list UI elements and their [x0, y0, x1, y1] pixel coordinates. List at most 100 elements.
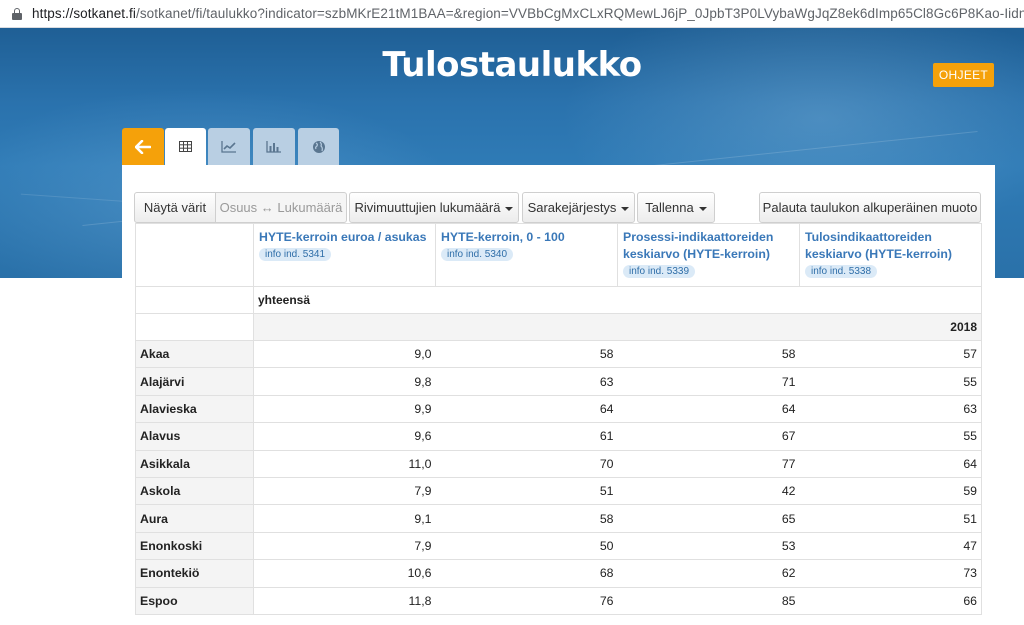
url-host: https://sotkanet.fi [32, 6, 136, 21]
url-text[interactable]: https://sotkanet.fi/sotkanet/fi/taulukko… [32, 6, 1024, 21]
value-cell: 55 [799, 367, 982, 396]
region-name: Espoo [135, 586, 254, 615]
indicator-title-link[interactable]: HYTE-kerroin, 0 - 100 [441, 229, 612, 246]
value-cell: 70 [435, 449, 618, 478]
show-colors-button[interactable]: Näytä värit [134, 192, 216, 223]
group-label: yhteensä [253, 286, 982, 314]
table-row: Espoo 11,8 76 85 66 [135, 586, 982, 615]
tab-table[interactable] [165, 128, 206, 165]
value-cell: 58 [617, 339, 800, 369]
tab-bar-chart[interactable] [253, 128, 295, 165]
corner-cell [135, 223, 254, 287]
value-cell: 11,8 [253, 586, 436, 615]
page-title: Tulostaulukko [382, 45, 642, 85]
indicator-info-badge[interactable]: info ind. 5340 [441, 248, 514, 261]
indicator-info-badge[interactable]: info ind. 5339 [623, 265, 696, 278]
value-cell: 71 [617, 367, 800, 396]
region-name: Enonkoski [135, 531, 254, 561]
value-cell: 50 [435, 531, 618, 561]
value-cell: 51 [799, 504, 982, 533]
table-row: Aura 9,1 58 65 51 [135, 504, 982, 533]
region-name: Alavus [135, 422, 254, 451]
table-icon [179, 141, 192, 152]
value-cell: 51 [435, 476, 618, 506]
value-cell: 68 [435, 559, 618, 588]
region-name: Alavieska [135, 394, 254, 424]
region-name: Alajärvi [135, 367, 254, 396]
caret-down-icon [621, 206, 630, 211]
value-cell: 9,6 [253, 422, 436, 451]
bar-chart-icon [266, 140, 281, 153]
column-order-dropdown[interactable]: Sarakejärjestys [522, 192, 635, 223]
indicator-info-badge[interactable]: info ind. 5338 [805, 265, 878, 278]
save-dropdown[interactable]: Tallenna [637, 192, 715, 223]
value-cell: 47 [799, 531, 982, 561]
value-cell: 11,0 [253, 449, 436, 478]
indicator-info-badge[interactable]: info ind. 5341 [259, 248, 332, 261]
value-cell: 9,9 [253, 394, 436, 424]
value-cell: 53 [617, 531, 800, 561]
reset-table-button[interactable]: Palauta taulukon alkuperäinen muoto [759, 192, 981, 223]
globe-icon [312, 140, 325, 153]
save-label: Tallenna [645, 200, 694, 215]
indicator-title-link[interactable]: Prosessi-indikaattoreiden keskiarvo (HYT… [623, 229, 794, 263]
value-cell: 58 [435, 504, 618, 533]
value-cell: 9,1 [253, 504, 436, 533]
value-cell: 55 [799, 422, 982, 451]
table-row: Askola 7,9 51 42 59 [135, 476, 982, 506]
region-name: Akaa [135, 339, 254, 369]
region-name: Asikkala [135, 449, 254, 478]
value-cell: 57 [799, 339, 982, 369]
value-cell: 63 [799, 394, 982, 424]
table-row: Asikkala 11,0 70 77 64 [135, 449, 982, 478]
line-chart-icon [221, 140, 236, 153]
table-row: Alavus 9,6 61 67 55 [135, 422, 982, 451]
tab-line-chart[interactable] [208, 128, 250, 165]
row-variables-dropdown[interactable]: Rivimuuttujien lukumäärä [349, 192, 519, 223]
table-row: Enonkoski 7,9 50 53 47 [135, 531, 982, 561]
share-count-toggle-button[interactable]: Osuus ↔ Lukumäärä [215, 192, 347, 223]
value-cell: 10,6 [253, 559, 436, 588]
value-cell: 65 [617, 504, 800, 533]
region-name: Enontekiö [135, 559, 254, 588]
value-cell: 9,0 [253, 339, 436, 369]
value-cell: 63 [435, 367, 618, 396]
results-table: HYTE-kerroin euroa / asukas info ind. 53… [135, 223, 982, 615]
table-row: Alavieska 9,9 64 64 63 [135, 394, 982, 424]
value-cell: 77 [617, 449, 800, 478]
column-header: HYTE-kerroin euroa / asukas info ind. 53… [253, 223, 436, 287]
value-cell: 64 [435, 394, 618, 424]
row-variables-label: Rivimuuttujien lukumäärä [354, 200, 501, 215]
value-cell: 67 [617, 422, 800, 451]
value-cell: 58 [435, 339, 618, 369]
value-cell: 64 [799, 449, 982, 478]
column-header: Tulosindikaattoreiden keskiarvo (HYTE-ke… [799, 223, 982, 287]
help-button[interactable]: OHJEET [933, 63, 994, 87]
year-label: 2018 [253, 313, 982, 341]
table-row: Enontekiö 10,6 68 62 73 [135, 559, 982, 588]
value-cell: 85 [617, 586, 800, 615]
indicator-title-link[interactable]: HYTE-kerroin euroa / asukas [259, 229, 430, 246]
region-name: Aura [135, 504, 254, 533]
column-header: Prosessi-indikaattoreiden keskiarvo (HYT… [617, 223, 800, 287]
value-cell: 62 [617, 559, 800, 588]
value-cell: 66 [799, 586, 982, 615]
value-cell: 7,9 [253, 531, 436, 561]
indicator-title-link[interactable]: Tulosindikaattoreiden keskiarvo (HYTE-ke… [805, 229, 976, 263]
row-header-blank [135, 286, 254, 314]
column-order-label: Sarakejärjestys [527, 200, 617, 215]
value-cell: 61 [435, 422, 618, 451]
caret-down-icon [505, 206, 514, 211]
value-cell: 76 [435, 586, 618, 615]
table-row: Alajärvi 9,8 63 71 55 [135, 367, 982, 396]
value-cell: 7,9 [253, 476, 436, 506]
back-tab[interactable] [122, 128, 164, 165]
row-header-blank [135, 313, 254, 341]
value-cell: 59 [799, 476, 982, 506]
value-cell: 64 [617, 394, 800, 424]
value-cell: 42 [617, 476, 800, 506]
address-bar[interactable]: https://sotkanet.fi/sotkanet/fi/taulukko… [0, 0, 1024, 28]
tab-map[interactable] [298, 128, 339, 165]
caret-down-icon [698, 206, 707, 211]
value-cell: 9,8 [253, 367, 436, 396]
